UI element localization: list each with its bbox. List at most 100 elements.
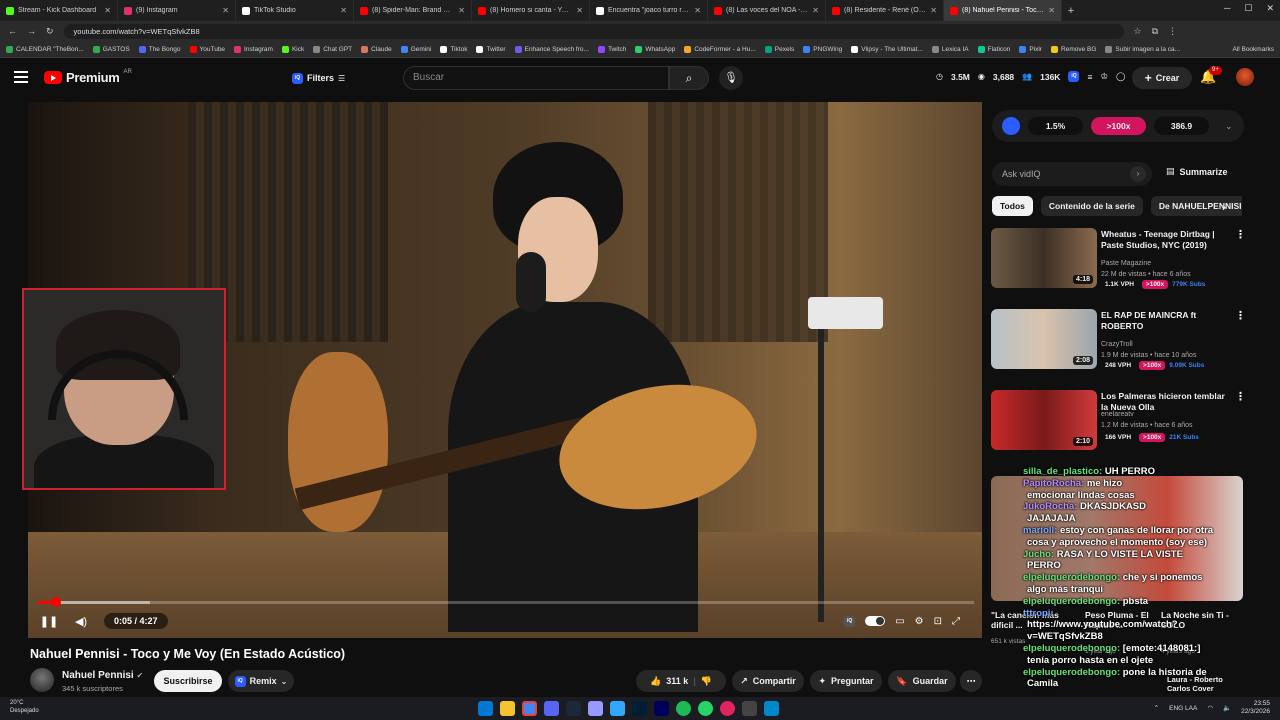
subscribe-button[interactable]: Suscribirse — [154, 670, 222, 692]
tab-close-icon[interactable]: ✕ — [930, 6, 937, 15]
account-avatar[interactable] — [1236, 68, 1254, 86]
tab-close-icon[interactable]: ✕ — [458, 6, 465, 15]
autoplay-toggle[interactable] — [865, 616, 886, 626]
back-icon[interactable]: ← — [8, 26, 17, 36]
tab-close-icon[interactable]: ✕ — [576, 6, 583, 15]
spotify-icon[interactable] — [676, 701, 691, 716]
channel-name[interactable]: Paste Magazine — [1101, 260, 1151, 267]
extensions-icon[interactable]: ⧉ — [1152, 26, 1158, 37]
audition-icon[interactable] — [654, 701, 669, 716]
browser-tab[interactable]: Stream - Kick Dashboard ✕ — [0, 0, 118, 21]
all-bookmarks[interactable]: All Bookmarks — [1232, 46, 1274, 53]
weather-widget[interactable]: 20°C Despejado — [10, 699, 39, 715]
volume-icon[interactable]: ◀) — [70, 615, 92, 628]
bookmark[interactable]: Vlipsy - The Ultimat... — [851, 45, 923, 53]
forward-icon[interactable]: → — [27, 26, 36, 36]
pause-icon[interactable]: ❚❚ — [38, 615, 60, 628]
video-title[interactable]: EL RAP DE MAINCRA ft ROBERTO — [1101, 310, 1231, 332]
recommended-video[interactable]: 4:18 Wheatus - Teenage Dirtbag | Paste St… — [991, 228, 1246, 290]
photoshop-icon[interactable] — [610, 701, 625, 716]
after-effects-icon[interactable] — [632, 701, 647, 716]
miniplayer-icon[interactable]: ⊡ — [934, 616, 942, 627]
bookmark[interactable]: Gemini — [400, 45, 431, 53]
reload-icon[interactable]: ↻ — [46, 26, 54, 37]
bookmark[interactable]: GASTOS — [92, 45, 130, 53]
more-actions-button[interactable]: ⋯ — [960, 670, 982, 692]
minimize-icon[interactable]: ─ — [1224, 3, 1230, 14]
bookmark[interactable]: Flaticon — [977, 45, 1010, 53]
remix-button[interactable]: iQ Remix ⌄ — [228, 670, 294, 692]
video-thumbnail[interactable]: 2:10 — [991, 390, 1097, 450]
star-icon[interactable]: ☆ — [1134, 26, 1142, 37]
chevron-up-icon[interactable]: ⌃ — [1154, 704, 1159, 712]
clock[interactable]: 23:55 22/3/2026 — [1241, 700, 1270, 716]
vidiq-filters-button[interactable]: iQ Filters ☰ — [292, 68, 352, 88]
ask-vidiq-input[interactable]: Ask vidIQ — [992, 162, 1152, 186]
bookmark[interactable]: WhatsApp — [635, 45, 675, 53]
bookmark[interactable]: Claude — [361, 45, 392, 53]
bookmark[interactable]: Remove BG — [1051, 45, 1096, 53]
vidiq-icon[interactable] — [1002, 117, 1020, 135]
bookmark[interactable]: Enhance Speech fro... — [514, 45, 589, 53]
bookmark[interactable]: Pexels — [764, 45, 794, 53]
channel-name[interactable]: CrazyTroll — [1101, 341, 1133, 348]
hamburger-menu-icon[interactable] — [14, 71, 28, 83]
browser-tab[interactable]: (8) Las voces del NOA - Los Hu ✕ — [708, 0, 826, 21]
tab-close-icon[interactable]: ✕ — [104, 6, 111, 15]
obs-icon[interactable] — [742, 701, 757, 716]
voice-search-button[interactable]: 🎙 — [719, 66, 743, 90]
create-button[interactable]: + Crear — [1132, 67, 1192, 89]
browser-tab[interactable]: (8) Nahuel Pennisi - Toco y ✕ — [944, 0, 1062, 21]
recommended-video[interactable]: 2:10 Los Palmeras hicieron temblar la Nue… — [991, 390, 1246, 452]
tab-close-icon[interactable]: ✕ — [694, 6, 701, 15]
video-thumbnail[interactable]: 4:18 — [991, 228, 1097, 288]
whatsapp-icon[interactable] — [698, 701, 713, 716]
browser-tab[interactable]: (8) Homero si canta - YouTube ✕ — [472, 0, 590, 21]
vidiq-player-icon[interactable]: iQ — [844, 615, 856, 627]
tab-close-icon[interactable]: ✕ — [222, 6, 229, 15]
summarize-button[interactable]: ▤ Summarize — [1166, 166, 1228, 177]
tab-close-icon[interactable]: ✕ — [1048, 6, 1055, 15]
more-options-icon[interactable]: ⋮ — [1235, 309, 1246, 322]
bookmark[interactable]: Kick — [281, 45, 304, 53]
channel-name[interactable]: Nahuel Pennisi ✔ — [62, 670, 143, 681]
chip-channel[interactable]: De NAHUELPENNISI — [1150, 196, 1242, 216]
windows-start-icon[interactable] — [478, 701, 493, 716]
channel-avatar[interactable] — [30, 668, 54, 692]
youtube-premium-logo[interactable]: Premium AR — [44, 69, 132, 85]
file-explorer-icon[interactable] — [500, 701, 515, 716]
bookmark[interactable]: Instagram — [234, 45, 273, 53]
bookmark[interactable]: Chat GPT — [313, 45, 352, 53]
close-icon[interactable]: ✕ — [1266, 3, 1274, 14]
bookmark[interactable]: Subir imagen a la ca... — [1105, 45, 1180, 53]
menu-icon[interactable]: ⋮ — [1168, 26, 1177, 37]
search-input[interactable]: Buscar — [403, 66, 669, 90]
discord-icon[interactable] — [544, 701, 559, 716]
tab-close-icon[interactable]: ✕ — [812, 6, 819, 15]
vidiq-icon[interactable]: iQ — [1068, 71, 1080, 82]
bookmark[interactable]: PNGWing — [803, 45, 842, 53]
browser-tab[interactable]: (9) Instagram ✕ — [118, 0, 236, 21]
search-button[interactable]: ⌕ — [669, 66, 709, 90]
new-tab-button[interactable]: + — [1062, 5, 1080, 17]
save-button[interactable]: 🔖 Guardar — [888, 670, 956, 692]
chip-series[interactable]: Contenido de la serie — [1040, 196, 1143, 216]
tab-close-icon[interactable]: ✕ — [340, 6, 347, 15]
like-icon[interactable]: 👍 — [650, 676, 661, 687]
settings-gear-icon[interactable]: ⚙ — [915, 616, 924, 627]
maximize-icon[interactable]: ☐ — [1244, 3, 1252, 14]
more-options-icon[interactable]: ⋮ — [1235, 390, 1246, 403]
browser-tab[interactable]: (8) Spider-Man: Brand New Da ✕ — [354, 0, 472, 21]
bookmark[interactable]: Tiktok — [440, 45, 467, 53]
like-count[interactable]: 311 k — [666, 676, 688, 686]
browser-tab[interactable]: (8) Residente - René (Official Vi ✕ — [826, 0, 944, 21]
recommended-video[interactable]: 2:08 EL RAP DE MAINCRA ft ROBERTO CrazyTro… — [991, 309, 1246, 371]
bookmark[interactable]: Pixlr — [1019, 45, 1042, 53]
bookmark[interactable]: CALENDAR "TheBon... — [6, 45, 84, 53]
wifi-icon[interactable]: ◠ — [1207, 704, 1213, 712]
video-thumbnail[interactable]: 2:08 — [991, 309, 1097, 369]
captions-icon[interactable]: ▭ — [895, 616, 904, 627]
dislike-icon[interactable]: 👎 — [701, 676, 712, 687]
video-title[interactable]: Wheatus - Teenage Dirtbag | Paste Studio… — [1101, 229, 1231, 251]
chat-icon[interactable]: ◯ — [1116, 71, 1126, 82]
